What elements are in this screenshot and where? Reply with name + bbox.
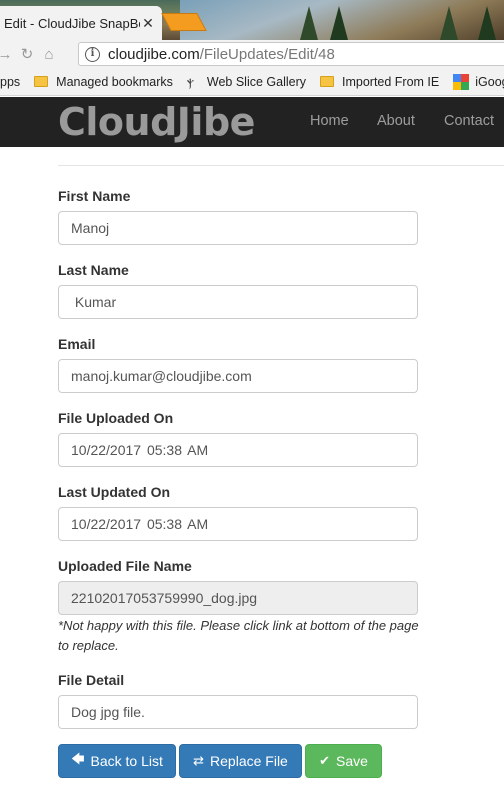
tree-decoration — [478, 6, 496, 40]
email-label: Email — [58, 336, 96, 352]
transfer-icon: ⇄ — [193, 753, 205, 768]
bookmark-label: Managed bookmarks — [56, 74, 173, 89]
last-updated-on-field[interactable]: 10/22/2017 05:38 AM — [58, 507, 418, 541]
uploaded-file-name-label: Uploaded File Name — [58, 558, 192, 574]
uploaded-file-name-field: 22102017053759990_dog.jpg — [58, 581, 418, 615]
back-to-list-button[interactable]: 🡄 Back to List — [58, 744, 176, 778]
tree-decoration — [440, 6, 458, 40]
replace-file-button[interactable]: ⇄ Replace File — [179, 744, 302, 778]
web-slice-icon: ⲯ — [186, 73, 194, 89]
folder-icon — [34, 76, 49, 87]
close-icon[interactable]: ✕ — [140, 15, 156, 32]
tree-decoration — [300, 6, 318, 40]
replace-file-label: Replace File — [210, 753, 288, 769]
arrow-left-icon: 🡄 — [71, 751, 85, 766]
replace-note: *Not happy with this file. Please click … — [58, 618, 419, 653]
bookmark-label: pps — [0, 74, 21, 89]
google-icon — [453, 73, 470, 90]
first-name-label: First Name — [58, 188, 131, 204]
file-uploaded-on-field[interactable]: 10/22/2017 05:38 AM — [58, 433, 418, 467]
back-to-list-label: Back to List — [90, 753, 163, 769]
bookmark-apps[interactable]: pps — [0, 75, 20, 89]
bookmark-web-slice[interactable]: ⲯ Web Slice Gallery — [186, 73, 306, 89]
last-updated-on-label: Last Updated On — [58, 484, 171, 500]
folder-icon — [320, 76, 334, 87]
last-name-field[interactable]: Kumar — [58, 285, 418, 319]
bookmark-label: iGoogle — [475, 74, 504, 89]
site-logo[interactable]: CloudJibe — [58, 103, 255, 141]
file-uploaded-on-label: File Uploaded On — [58, 410, 174, 426]
nav-home[interactable]: Home — [310, 113, 349, 129]
bookmark-managed[interactable]: Managed bookmarks — [34, 75, 173, 89]
bookmark-imported-ie[interactable]: Imported From IE — [320, 75, 439, 89]
last-name-label: Last Name — [58, 262, 129, 278]
browser-tab[interactable]: Edit - CloudJibe SnapBox ✕ — [0, 6, 162, 40]
address-bar[interactable]: i cloudjibe.com/FileUpdates/Edit/48 — [78, 42, 504, 66]
browser-navbar: → ↻ ⌂ i cloudjibe.com/FileUpdates/Edit/4… — [0, 40, 504, 68]
bookmark-label: Imported From IE — [342, 74, 440, 89]
url-path: /FileUpdates/Edit/48 — [199, 45, 335, 63]
tab-title: Edit - CloudJibe SnapBox — [4, 15, 140, 31]
site-header: CloudJibe Home About Contact — [0, 97, 504, 147]
email-field[interactable]: manoj.kumar@cloudjibe.com — [58, 359, 418, 393]
save-label: Save — [335, 753, 368, 769]
browser-tabstrip: Edit - CloudJibe SnapBox ✕ — [0, 0, 504, 40]
forward-icon[interactable]: → — [0, 46, 16, 63]
divider — [58, 165, 504, 166]
info-icon[interactable]: i — [85, 46, 100, 62]
file-detail-label: File Detail — [58, 672, 125, 688]
save-button[interactable]: ✔ Save — [305, 744, 382, 778]
bookmark-label: Web Slice Gallery — [206, 74, 306, 89]
first-name-field[interactable]: Manoj — [58, 211, 418, 245]
bookmarks-bar: pps Managed bookmarks ⲯ Web Slice Galler… — [0, 68, 504, 96]
save-icon: ✔ — [319, 753, 330, 768]
home-icon[interactable]: ⌂ — [38, 46, 60, 63]
bookmark-igoogle[interactable]: iGoogle — [453, 73, 504, 90]
url-domain: cloudjibe.com — [108, 45, 200, 63]
reload-icon[interactable]: ↻ — [16, 45, 38, 63]
nav-contact[interactable]: Contact — [444, 113, 494, 129]
nav-about[interactable]: About — [377, 113, 415, 129]
file-detail-field[interactable]: Dog jpg file. — [58, 695, 418, 729]
tree-decoration — [330, 6, 348, 40]
